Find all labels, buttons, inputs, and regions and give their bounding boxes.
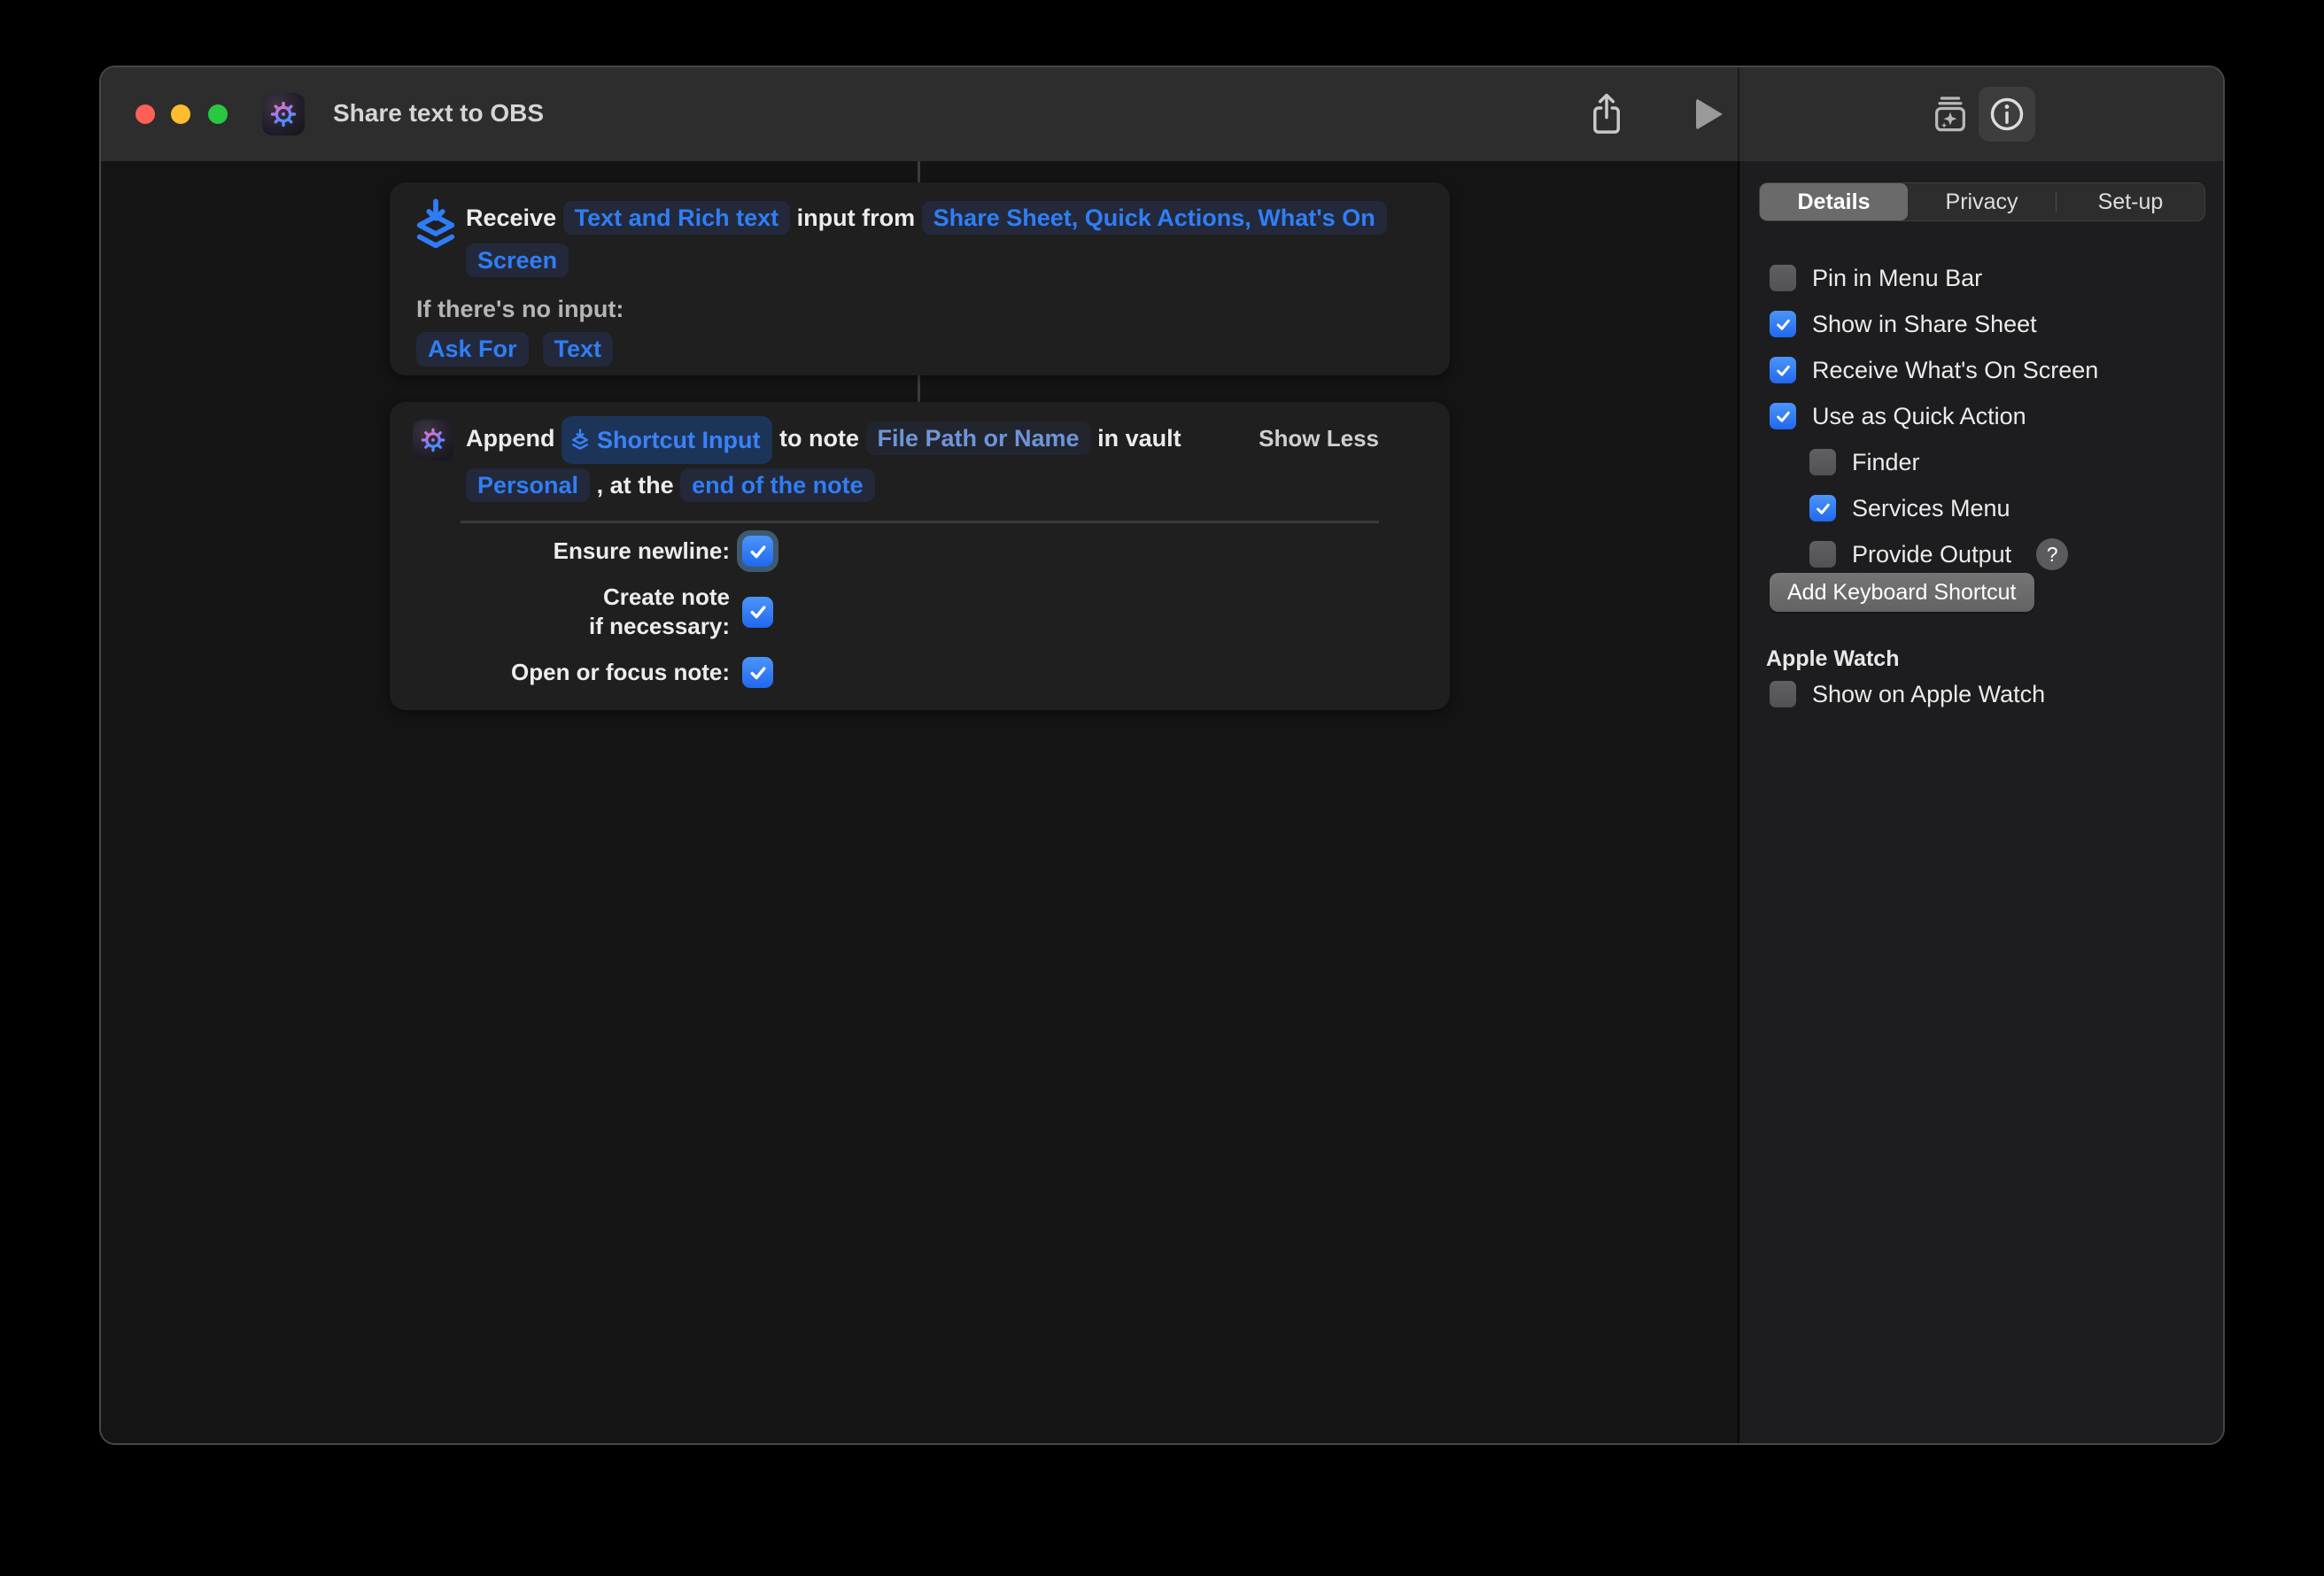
ask-type-parameter[interactable]: Text <box>543 332 614 367</box>
option-row-apple-watch: Show on Apple Watch <box>1770 671 2045 717</box>
receive-input-icon <box>413 198 459 255</box>
in-vault-text: in vault <box>1097 425 1181 452</box>
option-row-create-note: Create note if necessary: <box>390 583 1450 641</box>
option-row-open-note: Open or focus note: <box>390 657 1450 688</box>
checkmark-icon <box>748 663 768 683</box>
tab-privacy[interactable]: Privacy <box>1908 183 2056 220</box>
action-connector-line <box>918 161 920 182</box>
option-row-whats-on-screen: Receive What's On Screen <box>1770 347 2211 393</box>
receive-action-sentence: Receive Text and Rich text input from Sh… <box>466 197 1397 282</box>
no-input-behavior-parameter[interactable]: Ask For <box>416 332 529 367</box>
append-action-sentence: Append Shortcut Input to note File Path … <box>466 416 1273 506</box>
option-label: Provide Output <box>1852 541 2011 568</box>
add-keyboard-shortcut-button[interactable]: Add Keyboard Shortcut <box>1770 573 2034 612</box>
to-note-text: to note <box>779 425 859 452</box>
action-card-receive[interactable]: Receive Text and Rich text input from Sh… <box>390 182 1450 375</box>
checkmark-icon <box>1815 500 1832 517</box>
share-button[interactable] <box>1578 87 1635 142</box>
toggle-details-button[interactable] <box>1979 87 2035 142</box>
action-library-button[interactable] <box>1922 87 1979 142</box>
window-title: Share text to OBS <box>333 67 544 159</box>
option-label: Show on Apple Watch <box>1812 681 2045 708</box>
checkmark-icon <box>1775 408 1792 425</box>
create-note-checkbox[interactable] <box>742 597 773 628</box>
append-verb: Append <box>466 425 555 452</box>
show-in-share-sheet-checkbox[interactable] <box>1770 311 1796 337</box>
show-on-apple-watch-checkbox[interactable] <box>1770 681 1796 707</box>
shortcut-input-variable-token[interactable]: Shortcut Input <box>562 416 772 464</box>
card-divider <box>461 521 1379 523</box>
at-the-text: , at the <box>597 472 674 498</box>
help-button[interactable]: ? <box>2036 538 2068 570</box>
action-connector-line <box>918 375 920 402</box>
use-as-quick-action-checkbox[interactable] <box>1770 403 1796 429</box>
zoom-button[interactable] <box>208 104 228 124</box>
ensure-newline-checkbox[interactable] <box>742 536 773 567</box>
shortcuts-window: Share text to OBS <box>99 66 2225 1445</box>
provide-output-checkbox[interactable] <box>1809 541 1836 568</box>
input-types-parameter[interactable]: Text and Rich text <box>563 201 791 235</box>
note-path-parameter[interactable]: File Path or Name <box>866 421 1091 455</box>
action-library-icon <box>1930 94 1971 135</box>
info-icon <box>1987 94 2027 135</box>
option-label: Services Menu <box>1852 495 2010 522</box>
finder-checkbox[interactable] <box>1809 449 1836 475</box>
gear-icon <box>268 99 298 129</box>
tab-setup[interactable]: Set-up <box>2057 183 2204 220</box>
checkmark-icon <box>748 602 768 622</box>
action-card-append[interactable]: Show Less Append Shortcut Input to note … <box>390 402 1450 710</box>
titlebar: Share text to OBS <box>101 67 2223 163</box>
option-label: Pin in Menu Bar <box>1812 265 1982 292</box>
sidebar-tab-bar: Details Privacy Set-up <box>1759 182 2205 221</box>
open-or-focus-note-checkbox[interactable] <box>742 657 773 688</box>
details-options-list: Pin in Menu Bar Show in Share Sheet Rece… <box>1770 255 2211 577</box>
services-menu-checkbox[interactable] <box>1809 495 1836 521</box>
show-less-button[interactable]: Show Less <box>1259 425 1379 452</box>
note-position-parameter[interactable]: end of the note <box>680 468 874 502</box>
option-row-services-menu: Services Menu <box>1809 485 2211 531</box>
option-row-finder: Finder <box>1809 439 2211 485</box>
append-action-icon <box>413 420 453 460</box>
checkmark-icon <box>748 542 768 561</box>
checkmark-icon <box>1775 316 1792 333</box>
shortcut-app-icon <box>262 93 305 135</box>
option-label: Create note if necessary: <box>453 583 730 641</box>
checkmark-icon <box>1775 362 1792 379</box>
receive-verb: Receive <box>466 205 556 231</box>
details-sidebar: Details Privacy Set-up Pin in Menu Bar S… <box>1739 161 2223 1443</box>
option-row-provide-output: Provide Output ? <box>1809 531 2211 577</box>
pin-in-menu-bar-checkbox[interactable] <box>1770 265 1796 291</box>
option-label: Show in Share Sheet <box>1812 311 2037 338</box>
option-label: Use as Quick Action <box>1812 403 2026 430</box>
input-from-text: input from <box>797 205 915 231</box>
minimize-button[interactable] <box>171 104 190 124</box>
share-icon <box>1587 91 1626 137</box>
option-row-ensure-newline: Ensure newline: <box>390 536 1450 567</box>
receive-whats-on-screen-checkbox[interactable] <box>1770 357 1796 383</box>
option-label: Receive What's On Screen <box>1812 357 2098 384</box>
apple-watch-heading: Apple Watch <box>1766 646 1899 672</box>
vault-parameter[interactable]: Personal <box>466 468 590 502</box>
gear-icon <box>419 426 447 454</box>
shortcut-editor-canvas: Receive Text and Rich text input from Sh… <box>101 161 1739 1443</box>
shortcut-input-glyph <box>570 429 590 452</box>
close-button[interactable] <box>136 104 155 124</box>
option-row-quick-action: Use as Quick Action <box>1770 393 2211 439</box>
option-row-pin-menu-bar: Pin in Menu Bar <box>1770 255 2211 301</box>
no-input-label: If there's no input: <box>416 296 1450 323</box>
tab-details[interactable]: Details <box>1760 183 1908 220</box>
option-row-share-sheet: Show in Share Sheet <box>1770 301 2211 347</box>
option-label: Finder <box>1852 449 1920 476</box>
option-label: Ensure newline: <box>453 537 730 566</box>
option-label: Open or focus note: <box>453 658 730 687</box>
play-icon <box>1696 98 1723 130</box>
titlebar-divider <box>1738 67 1739 161</box>
run-shortcut-button[interactable] <box>1677 87 1734 142</box>
